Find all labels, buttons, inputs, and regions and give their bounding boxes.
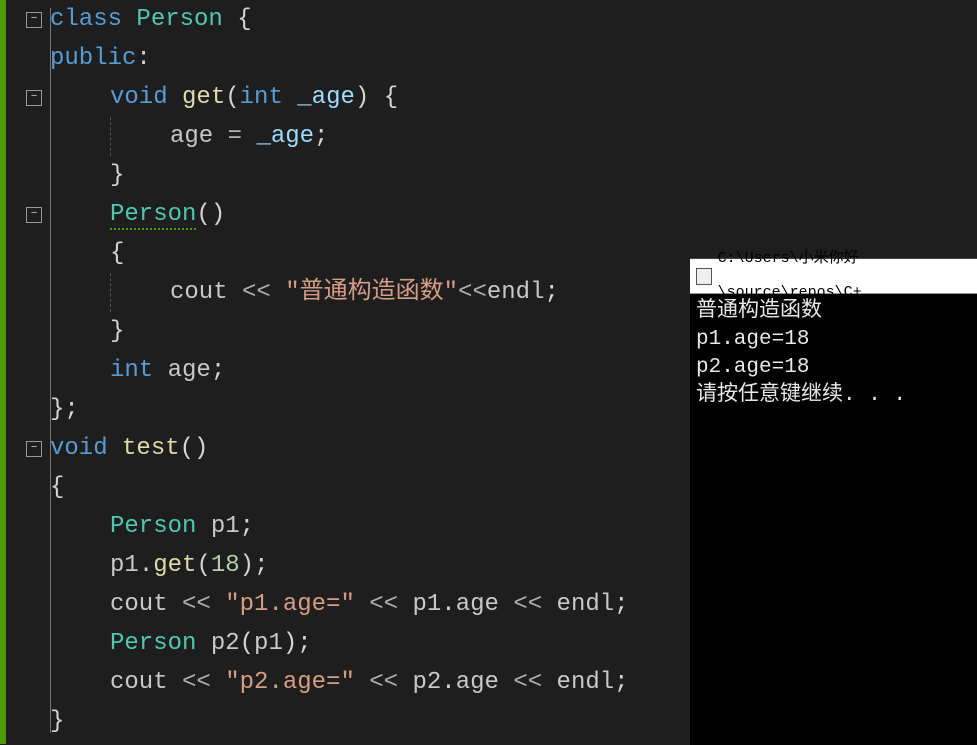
code-line[interactable]: void test(): [46, 429, 208, 468]
code-line[interactable]: cout << "普通构造函数"<<endl;: [46, 273, 559, 312]
code-line[interactable]: {: [46, 234, 124, 273]
code-line[interactable]: int age;: [46, 351, 225, 390]
code-line[interactable]: public:: [46, 39, 151, 78]
code-line[interactable]: cout << "p2.age=" << p2.age << endl;: [46, 663, 629, 702]
code-line[interactable]: }: [46, 312, 124, 351]
gutter: [6, 0, 46, 744]
code-area[interactable]: class Person {−public:void get(int _age)…: [46, 0, 690, 744]
console-title-bar[interactable]: C:\Users\小米你好\source\repos\C+: [690, 259, 977, 294]
code-line[interactable]: }: [46, 702, 64, 741]
fold-toggle[interactable]: −: [26, 90, 42, 106]
code-line[interactable]: p1.get(18);: [46, 546, 268, 585]
console-app-icon: [696, 268, 712, 285]
code-line[interactable]: cout << "p1.age=" << p1.age << endl;: [46, 585, 629, 624]
code-line[interactable]: Person p1;: [46, 507, 254, 546]
fold-toggle[interactable]: −: [26, 12, 42, 28]
console-window: C:\Users\小米你好\source\repos\C+ 普通构造函数 p1.…: [690, 258, 977, 745]
fold-toggle[interactable]: −: [26, 207, 42, 223]
fold-toggle[interactable]: −: [26, 441, 42, 457]
code-line[interactable]: Person(): [46, 195, 225, 234]
code-line[interactable]: void get(int _age) {: [46, 78, 398, 117]
code-editor[interactable]: class Person {−public:void get(int _age)…: [0, 0, 690, 744]
code-line[interactable]: class Person {: [46, 0, 252, 39]
console-output[interactable]: 普通构造函数 p1.age=18 p2.age=18 请按任意键继续. . .: [690, 294, 977, 414]
code-line[interactable]: }: [46, 156, 124, 195]
code-line[interactable]: age = _age;: [46, 117, 328, 156]
code-line[interactable]: {: [46, 468, 64, 507]
code-line[interactable]: Person p2(p1);: [46, 624, 312, 663]
